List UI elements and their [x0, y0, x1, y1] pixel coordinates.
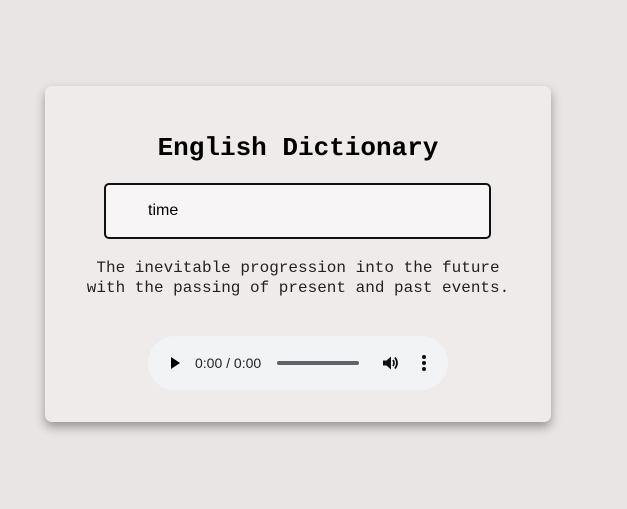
audio-player: 0:00 / 0:00	[148, 336, 448, 390]
volume-icon	[383, 356, 398, 370]
dictionary-card: English Dictionary The inevitable progre…	[45, 86, 551, 422]
page-title: English Dictionary	[157, 133, 439, 163]
volume-button[interactable]	[380, 353, 400, 373]
seek-bar[interactable]	[277, 360, 359, 366]
play-icon	[171, 357, 180, 369]
more-options-button[interactable]	[414, 353, 434, 373]
more-vertical-icon	[422, 355, 426, 371]
search-input[interactable]	[104, 183, 491, 239]
definition-text: The inevitable progression into the futu…	[86, 259, 510, 297]
seek-track	[277, 361, 359, 365]
play-button[interactable]	[167, 355, 183, 371]
time-display: 0:00 / 0:00	[195, 355, 262, 371]
